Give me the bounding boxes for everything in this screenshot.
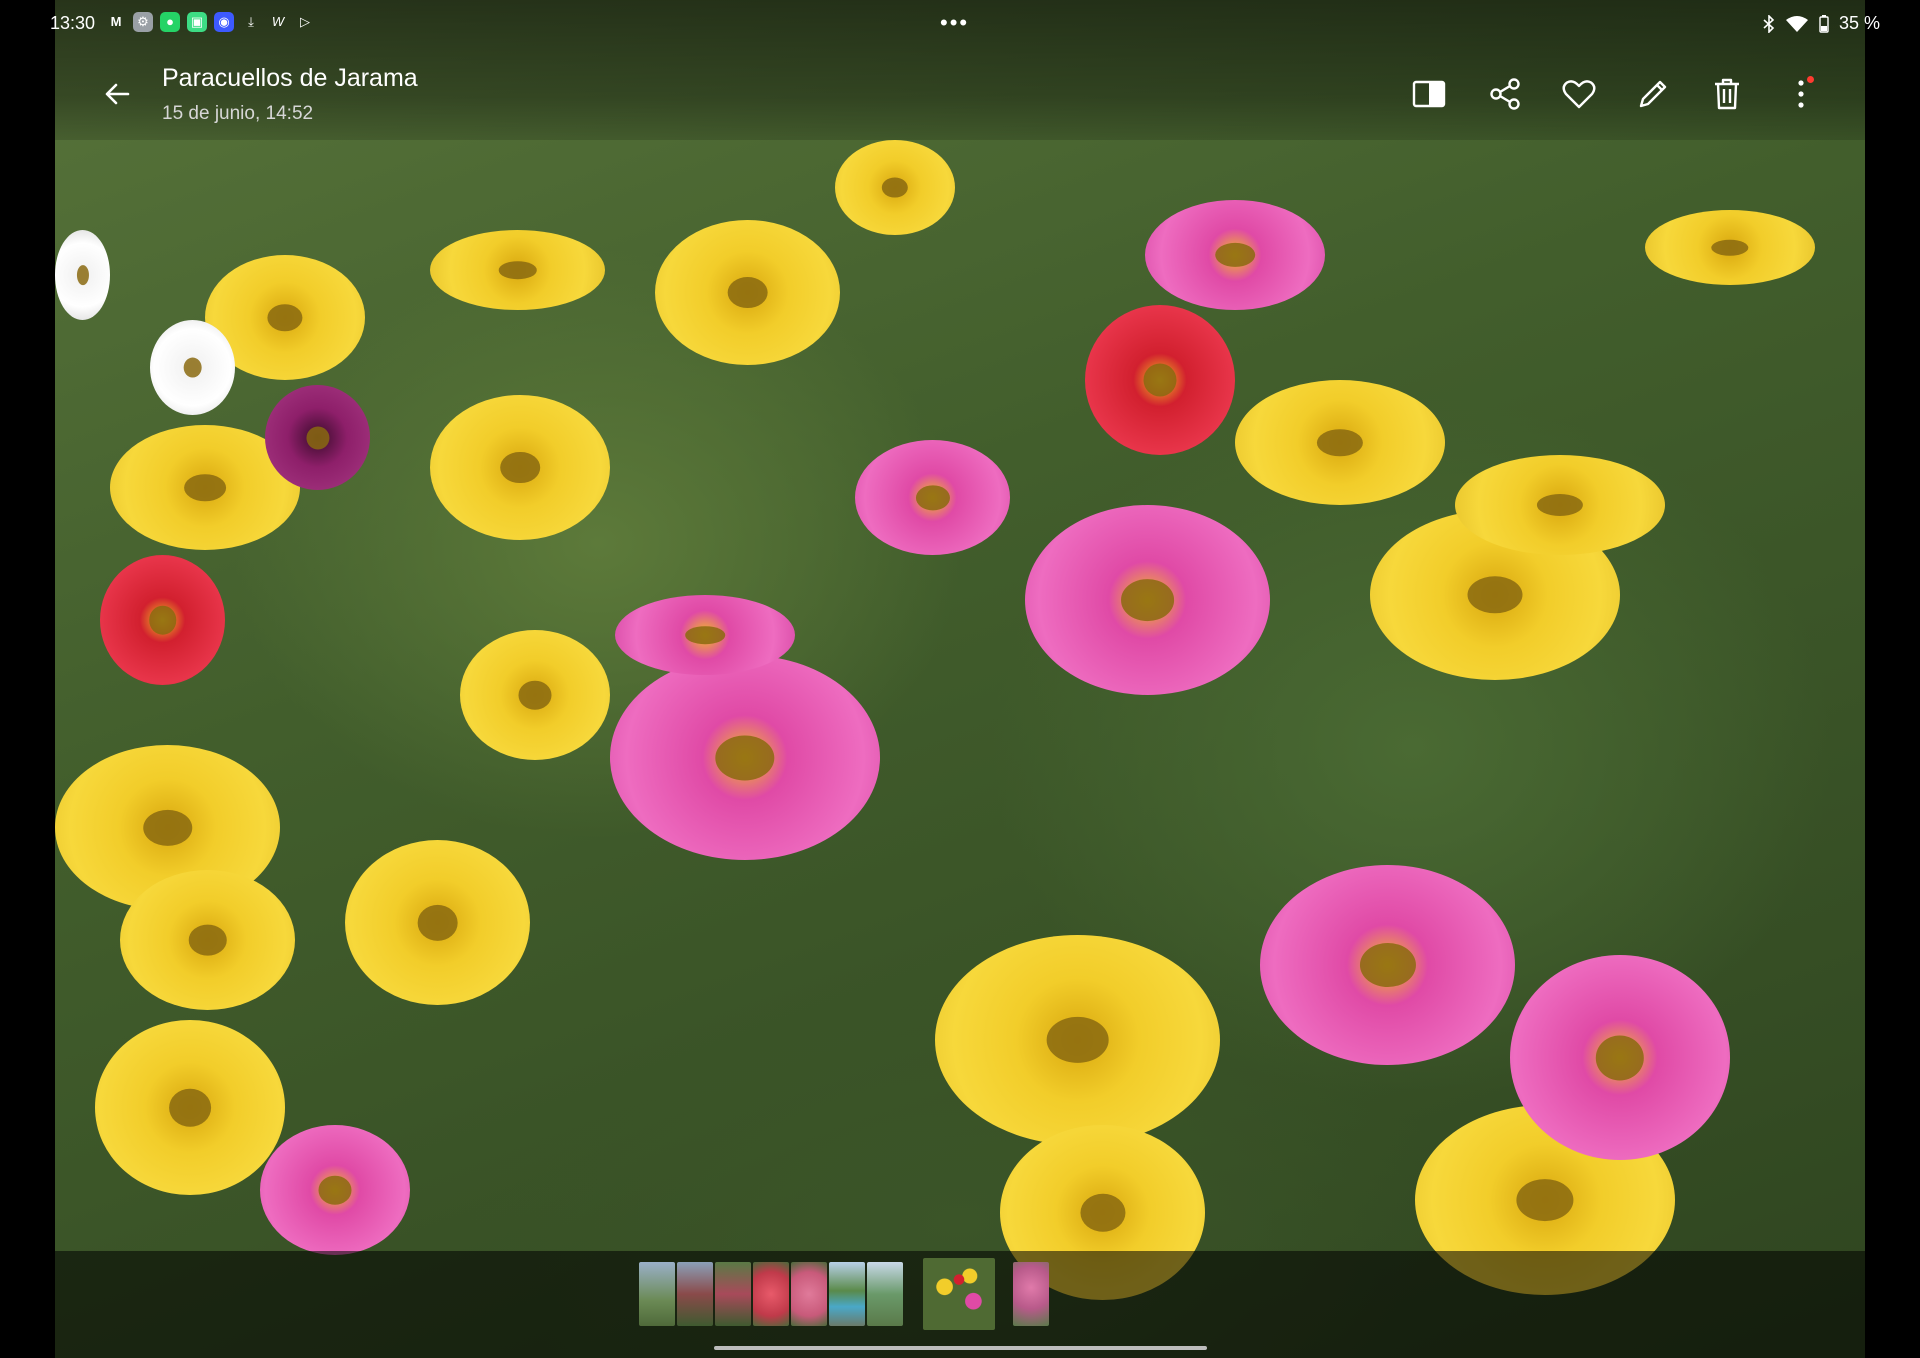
photo-flower — [1085, 305, 1235, 455]
notification-dot — [1807, 76, 1814, 83]
thumbnail[interactable] — [639, 1262, 675, 1326]
thumbnail[interactable] — [753, 1262, 789, 1326]
status-time: 13:30 — [50, 13, 96, 33]
thumbnail[interactable] — [1013, 1262, 1049, 1326]
photo-flower — [265, 385, 370, 490]
back-arrow-icon[interactable] — [100, 76, 136, 112]
battery-icon — [1819, 14, 1829, 33]
status-right: 35 % — [1763, 13, 1880, 34]
app-icon: ▣ — [187, 12, 207, 32]
more-dots-indicator[interactable]: ••• — [940, 10, 969, 36]
battery-percent: 35 % — [1838, 13, 1880, 33]
status-bar: 13:30 M ⚙ ● ▣ ◉ ⤓ W ▷ ••• 35 % — [0, 0, 1920, 44]
gesture-nav-bar[interactable] — [714, 1346, 1207, 1350]
photo-flower — [55, 230, 110, 320]
settings-app-icon: ⚙ — [133, 12, 153, 32]
photo-flower — [1455, 455, 1665, 555]
left-letterbox — [0, 0, 55, 1358]
delete-icon — [1715, 78, 1739, 110]
thumbnail-current[interactable] — [923, 1258, 995, 1330]
favorite-icon — [1562, 80, 1596, 109]
bluetooth-icon — [1763, 14, 1775, 33]
photo-flower — [150, 320, 235, 415]
download-icon: ⤓ — [248, 14, 254, 29]
photo-flower — [935, 935, 1220, 1145]
more-options-icon — [1798, 80, 1804, 108]
filmstrip — [55, 1251, 1865, 1358]
share-icon — [1490, 78, 1520, 110]
gmail-icon: M — [110, 14, 122, 29]
whatsapp-icon: ● — [160, 12, 180, 32]
thumbnail[interactable] — [829, 1262, 865, 1326]
photo-flower — [260, 1125, 410, 1255]
photo-flower — [855, 440, 1010, 555]
photo-flower — [835, 140, 955, 235]
thumbnail[interactable] — [715, 1262, 751, 1326]
photo-flower — [460, 630, 610, 760]
photo-flower — [655, 220, 840, 365]
wifi-icon — [1785, 15, 1808, 32]
more-options-button[interactable] — [1781, 74, 1821, 114]
photo-flower — [100, 555, 225, 685]
photo-viewer[interactable] — [55, 0, 1865, 1358]
photo-location-title: Paracuellos de Jarama — [162, 64, 418, 92]
photo-flower — [1235, 380, 1445, 505]
edit-button[interactable] — [1633, 74, 1673, 114]
photo-flower — [430, 230, 605, 310]
photo-info: Paracuellos de Jarama 15 de junio, 14:52 — [162, 64, 418, 125]
photo-flower — [1025, 505, 1270, 695]
edit-icon — [1639, 80, 1667, 108]
split-view-icon — [1412, 80, 1446, 108]
delete-button[interactable] — [1707, 74, 1747, 114]
notification-icons: M ⚙ ● ▣ ◉ ⤓ W ▷ — [106, 12, 315, 32]
share-button[interactable] — [1485, 74, 1525, 114]
favorite-button[interactable] — [1559, 74, 1599, 114]
photo-date: 15 de junio, 14:52 — [162, 103, 314, 124]
photo-flower — [1510, 955, 1730, 1160]
split-view-button[interactable] — [1409, 74, 1449, 114]
radio-icon: ◉ — [214, 12, 234, 32]
thumbnail[interactable] — [677, 1262, 713, 1326]
photo-flower — [1145, 200, 1325, 310]
photo-flower — [1645, 210, 1815, 285]
play-icon: ▷ — [300, 14, 310, 29]
photo-flower — [430, 395, 610, 540]
photo-flower — [95, 1020, 285, 1195]
photo-flower — [1260, 865, 1515, 1065]
right-letterbox — [1865, 0, 1920, 1358]
thumbnail[interactable] — [791, 1262, 827, 1326]
photo-flower — [610, 655, 880, 860]
w-icon: W — [271, 14, 285, 29]
thumbnail[interactable] — [867, 1262, 903, 1326]
photo-flower — [120, 870, 295, 1010]
photo-flower — [615, 595, 795, 675]
photo-flower — [345, 840, 530, 1005]
